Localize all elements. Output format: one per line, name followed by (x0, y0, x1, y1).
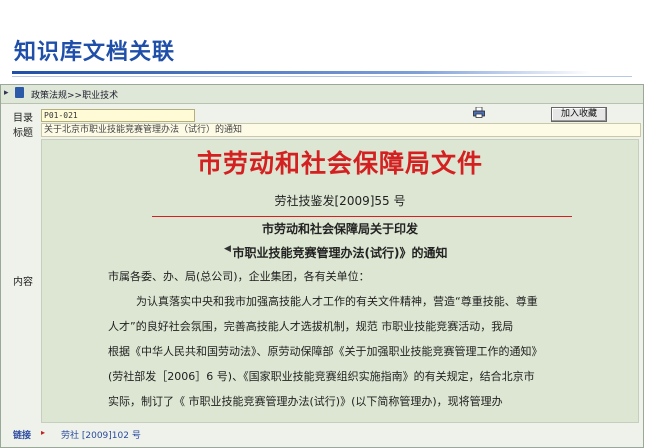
body-line: 根据《中华人民共和国劳动法》、原劳动保障部《关于加强职业技能竞赛管理工作的通知》 (108, 345, 543, 358)
book-icon (15, 87, 24, 98)
red-divider (152, 216, 572, 217)
content-area[interactable]: 市劳动和社会保障局文件 劳社技鉴发[2009]55 号 市劳动和社会保障局关于印… (41, 139, 639, 423)
link-arrow-icon: ▸ (41, 428, 46, 437)
catalog-label: 目录 (13, 113, 33, 124)
body-line: 人才”的良好社会氛围，完善高技能人才选拔机制，规范 市职业技能竞赛活动，我局 (108, 320, 514, 333)
related-document-link[interactable]: 劳社 [2009]102 号 (61, 428, 141, 441)
document-subject-line-2: 市职业技能竞赛管理办法(试行)》的通知 (232, 246, 448, 260)
catalog-field[interactable]: P01-021 (41, 109, 195, 122)
body-line: 实际，制订了《 市职业技能竞赛管理办法(试行)》(以下简称管理办)，现将管理办 (108, 395, 503, 408)
breadcrumb-text[interactable]: 政策法规>>职业技术 (31, 88, 118, 101)
content-label: 内容 (13, 277, 33, 288)
title-underline (12, 71, 592, 74)
title-underline-thin (12, 76, 632, 77)
arrow-icon: ▸ (4, 88, 9, 98)
link-row: 链接 ▸ 劳社 [2009]102 号 (1, 423, 643, 445)
link-label: 链接 (13, 431, 32, 441)
body-line: (劳社部发［2006］6 号)、《国家职业技能竞赛组织实施指南》的有关规定，结合… (108, 370, 535, 383)
document-header: 市劳动和社会保障局文件 (196, 149, 483, 178)
document-panel: ▸ 政策法规>>职业技术 目录 P01-021 加入收藏 标题 关于北京市职业技… (0, 84, 644, 448)
body-line: 市属各委、办、局(总公司)，企业集团，各有关单位： (108, 270, 370, 283)
title-label: 标题 (13, 128, 33, 139)
breadcrumb: ▸ 政策法规>>职业技术 (1, 85, 643, 104)
title-field[interactable]: 关于北京市职业技能竞赛管理办法（试行）的通知 (41, 123, 641, 137)
printer-icon[interactable] (473, 107, 485, 118)
document-subject-line-1: 市劳动和社会保障局关于印发 (261, 222, 418, 236)
document-number: 劳社技鉴发[2009]55 号 (274, 194, 406, 208)
body-line: 为认真落实中央和我市加强高技能人才工作的有关文件精神，营造“尊重技能、尊重 (136, 295, 538, 308)
slide-title: 知识库文档关联 (14, 40, 176, 65)
add-favorite-button[interactable]: 加入收藏 (551, 107, 607, 122)
